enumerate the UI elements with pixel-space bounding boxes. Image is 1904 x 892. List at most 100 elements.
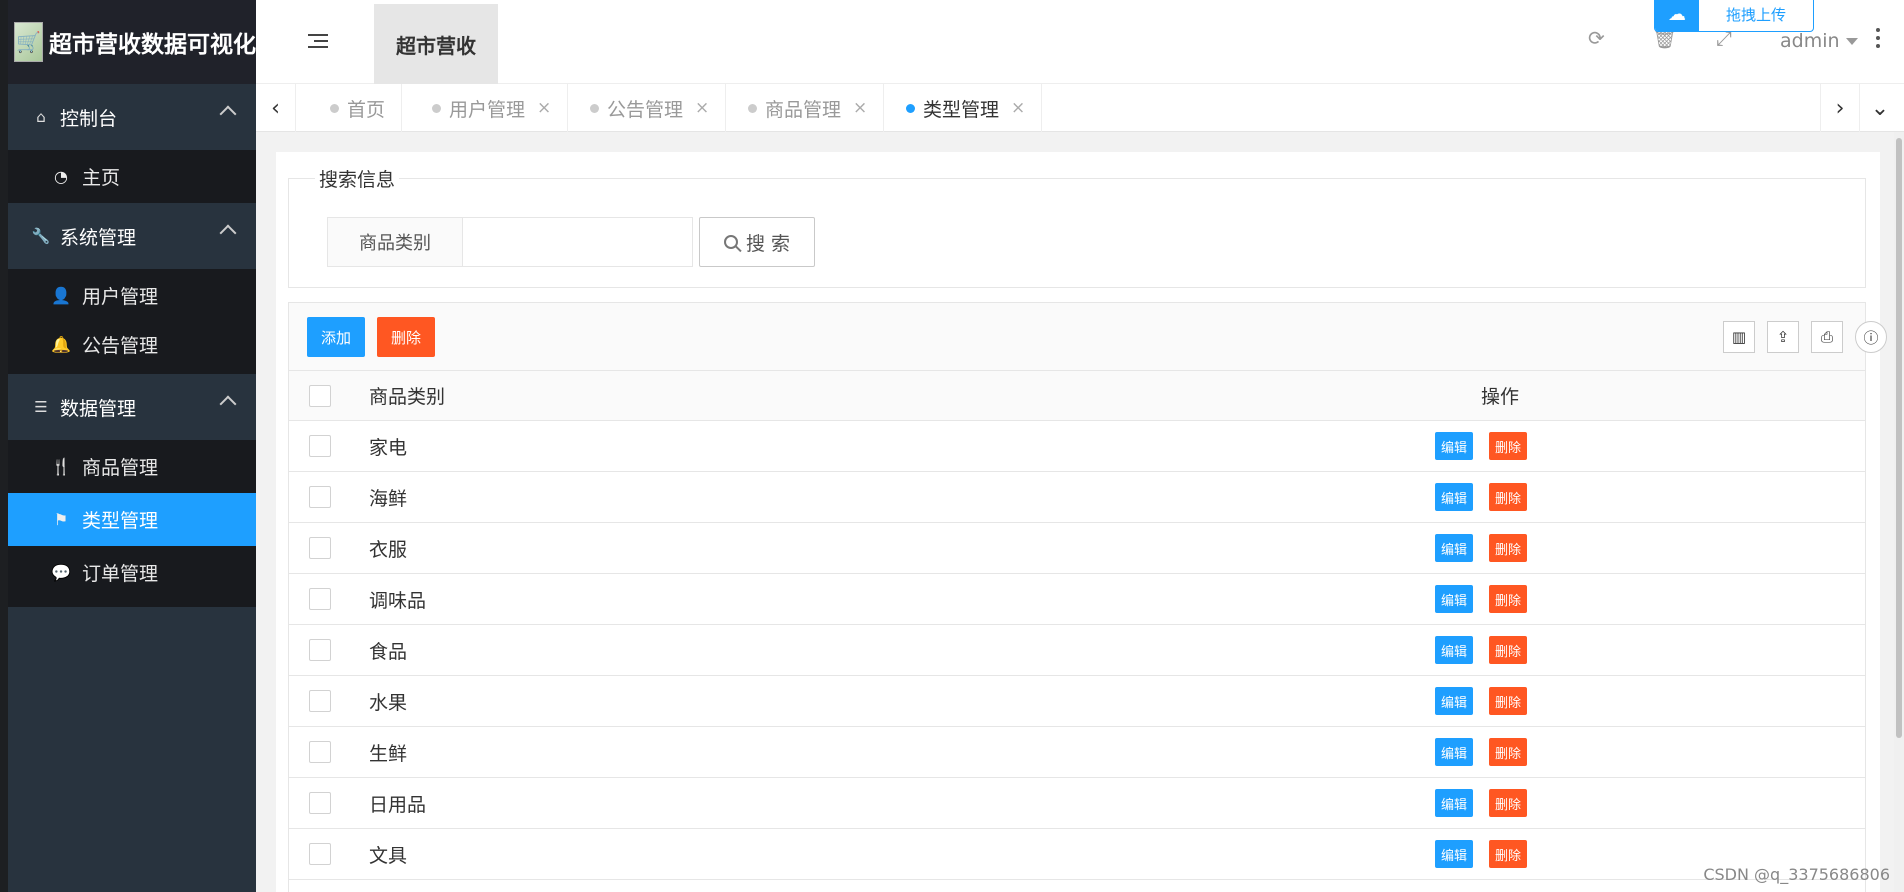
select-all-checkbox[interactable] <box>309 384 331 407</box>
add-button[interactable]: 添加 <box>307 317 366 357</box>
more-vertical-icon[interactable] <box>1876 28 1880 52</box>
row-checkbox[interactable] <box>309 690 331 712</box>
sidebar-item-orders[interactable]: 💬 订单管理 <box>8 546 256 599</box>
edit-button[interactable]: 编辑 <box>1435 687 1474 715</box>
top-header: 超市营收 ⟳ 🗑 ⤢ ☁ 拖拽上传 admin <box>256 0 1904 84</box>
table-row: 家电 编辑 删除 <box>289 421 1865 472</box>
row-checkbox[interactable] <box>309 537 331 559</box>
delete-button[interactable]: 删除 <box>1489 738 1528 766</box>
bulk-delete-button[interactable]: 删除 <box>377 317 436 357</box>
category-cell: 食品 <box>369 640 408 663</box>
row-checkbox[interactable] <box>309 486 331 508</box>
tab-products[interactable]: 商品管理 × <box>732 84 885 132</box>
tab-label: 用户管理 <box>449 98 526 121</box>
header-title[interactable]: 超市营收 <box>374 4 498 84</box>
upload-widget[interactable]: ☁ 拖拽上传 <box>1654 0 1814 32</box>
edit-button[interactable]: 编辑 <box>1435 738 1474 766</box>
info-icon[interactable]: ⓘ <box>1855 321 1887 353</box>
row-actions: 编辑 删除 <box>1435 789 1528 817</box>
category-cell: 文具 <box>369 844 408 867</box>
search-input[interactable] <box>463 217 693 267</box>
row-checkbox[interactable] <box>309 588 331 610</box>
edit-button[interactable]: 编辑 <box>1435 534 1474 562</box>
sidebar-item-label: 商品管理 <box>82 457 159 479</box>
chevron-left-icon[interactable]: ‹ <box>256 84 296 132</box>
tab-home[interactable]: 首页 <box>314 84 403 132</box>
app-root: 🛒 超市营收数据可视化 ⌂ 控制台 ◔ 主页 🔧 系统管理 👤 用户管理 🔔 公… <box>0 0 1904 892</box>
chevron-right-icon[interactable]: › <box>1820 84 1860 132</box>
menu-group-console[interactable]: ⌂ 控制台 <box>8 84 256 150</box>
logo-text: 超市营收数据可视化 <box>49 32 256 58</box>
close-icon[interactable]: × <box>695 98 709 118</box>
tab-dot <box>906 103 915 113</box>
menu-group-label: 控制台 <box>60 107 118 130</box>
chevron-down-icon[interactable]: ⌄ <box>1860 84 1900 132</box>
delete-button[interactable]: 删除 <box>1489 636 1528 664</box>
row-actions: 编辑 删除 <box>1435 738 1528 766</box>
submenu-data: 🍴 商品管理 ⚑ 类型管理 💬 订单管理 <box>8 440 256 607</box>
column-header-category[interactable]: 商品类别 <box>369 382 445 409</box>
edit-button[interactable]: 编辑 <box>1435 585 1474 613</box>
edit-button[interactable]: 编辑 <box>1435 636 1474 664</box>
menu-group-system[interactable]: 🔧 系统管理 <box>8 203 256 269</box>
column-header-actions: 操作 <box>1481 386 1520 408</box>
edit-button[interactable]: 编辑 <box>1435 483 1474 511</box>
export-icon[interactable]: ⇪ <box>1767 321 1799 353</box>
sidebar: 🛒 超市营收数据可视化 ⌂ 控制台 ◔ 主页 🔧 系统管理 👤 用户管理 🔔 公… <box>0 0 256 892</box>
logo-image: 🛒 <box>14 22 43 62</box>
table-row: 衣服 编辑 删除 <box>289 523 1865 574</box>
chevron-up-icon <box>219 224 237 242</box>
close-icon[interactable]: × <box>537 98 551 118</box>
row-checkbox[interactable] <box>309 792 331 814</box>
sidebar-item-label: 主页 <box>82 167 121 189</box>
search-button[interactable]: 搜 索 <box>699 217 815 267</box>
row-checkbox[interactable] <box>309 741 331 763</box>
edit-button[interactable]: 编辑 <box>1435 789 1474 817</box>
delete-button[interactable]: 删除 <box>1489 789 1528 817</box>
caret-down-icon <box>1845 38 1858 45</box>
table-row: 文具 编辑 删除 <box>289 829 1865 880</box>
row-actions: 编辑 删除 <box>1435 585 1528 613</box>
watermark: CSDN @q_3375686806 <box>1703 865 1890 884</box>
search-button-label: 搜 索 <box>745 232 791 255</box>
table-body: 家电 编辑 删除 海鲜 编辑 删除 衣服 编辑 删除 调味品 编辑 删除 食品 编辑 删除 水果 编辑 删除 生鲜编… <box>289 421 1865 880</box>
tab-label: 商品管理 <box>765 98 842 121</box>
sidebar-item-types[interactable]: ⚑ 类型管理 <box>8 493 256 546</box>
refresh-icon[interactable]: ⟳ <box>1588 26 1605 50</box>
user-menu[interactable]: admin <box>1780 30 1858 52</box>
category-cell: 水果 <box>369 691 408 714</box>
scrollbar[interactable] <box>1894 132 1904 892</box>
row-checkbox[interactable] <box>309 435 331 457</box>
sidebar-item-notices[interactable]: 🔔 公告管理 <box>8 322 256 366</box>
wrench-icon: 🔧 <box>31 227 51 245</box>
delete-button[interactable]: 删除 <box>1489 534 1528 562</box>
tab-users[interactable]: 用户管理 × <box>416 84 569 132</box>
delete-button[interactable]: 删除 <box>1489 432 1528 460</box>
tab-dot <box>330 103 339 113</box>
tab-types[interactable]: 类型管理 × <box>890 84 1043 132</box>
columns-icon[interactable]: ▥ <box>1723 321 1755 353</box>
delete-button[interactable]: 删除 <box>1489 840 1528 868</box>
row-actions: 编辑 删除 <box>1435 483 1528 511</box>
delete-button[interactable]: 删除 <box>1489 585 1528 613</box>
data-table: 添加 删除 ▥ ⇪ ⎙ ⓘ 商品类别 操作 家电 编辑 删除 海鲜 编辑 删除 衣服 编辑 删除… <box>288 302 1887 892</box>
delete-button[interactable]: 删除 <box>1489 483 1528 511</box>
sidebar-item-products[interactable]: 🍴 商品管理 <box>8 440 256 493</box>
row-checkbox[interactable] <box>309 843 331 865</box>
row-checkbox[interactable] <box>309 639 331 661</box>
close-icon[interactable]: × <box>853 98 867 118</box>
menu-group-data[interactable]: ☰ 数据管理 <box>8 374 256 440</box>
row-actions: 编辑 删除 <box>1435 636 1528 664</box>
edit-button[interactable]: 编辑 <box>1435 432 1474 460</box>
menu-toggle-icon[interactable] <box>308 34 328 50</box>
logo[interactable]: 🛒 超市营收数据可视化 <box>8 0 256 84</box>
delete-button[interactable]: 删除 <box>1489 687 1528 715</box>
close-icon[interactable]: × <box>1011 98 1025 118</box>
table-row: 日用品 编辑 删除 <box>289 778 1865 829</box>
edit-button[interactable]: 编辑 <box>1435 840 1474 868</box>
tab-notices[interactable]: 公告管理 × <box>574 84 727 132</box>
print-icon[interactable]: ⎙ <box>1811 321 1843 353</box>
sidebar-item-users[interactable]: 👤 用户管理 <box>8 269 256 322</box>
sidebar-item-home[interactable]: ◔ 主页 <box>8 150 256 203</box>
tab-label: 类型管理 <box>923 98 1000 121</box>
